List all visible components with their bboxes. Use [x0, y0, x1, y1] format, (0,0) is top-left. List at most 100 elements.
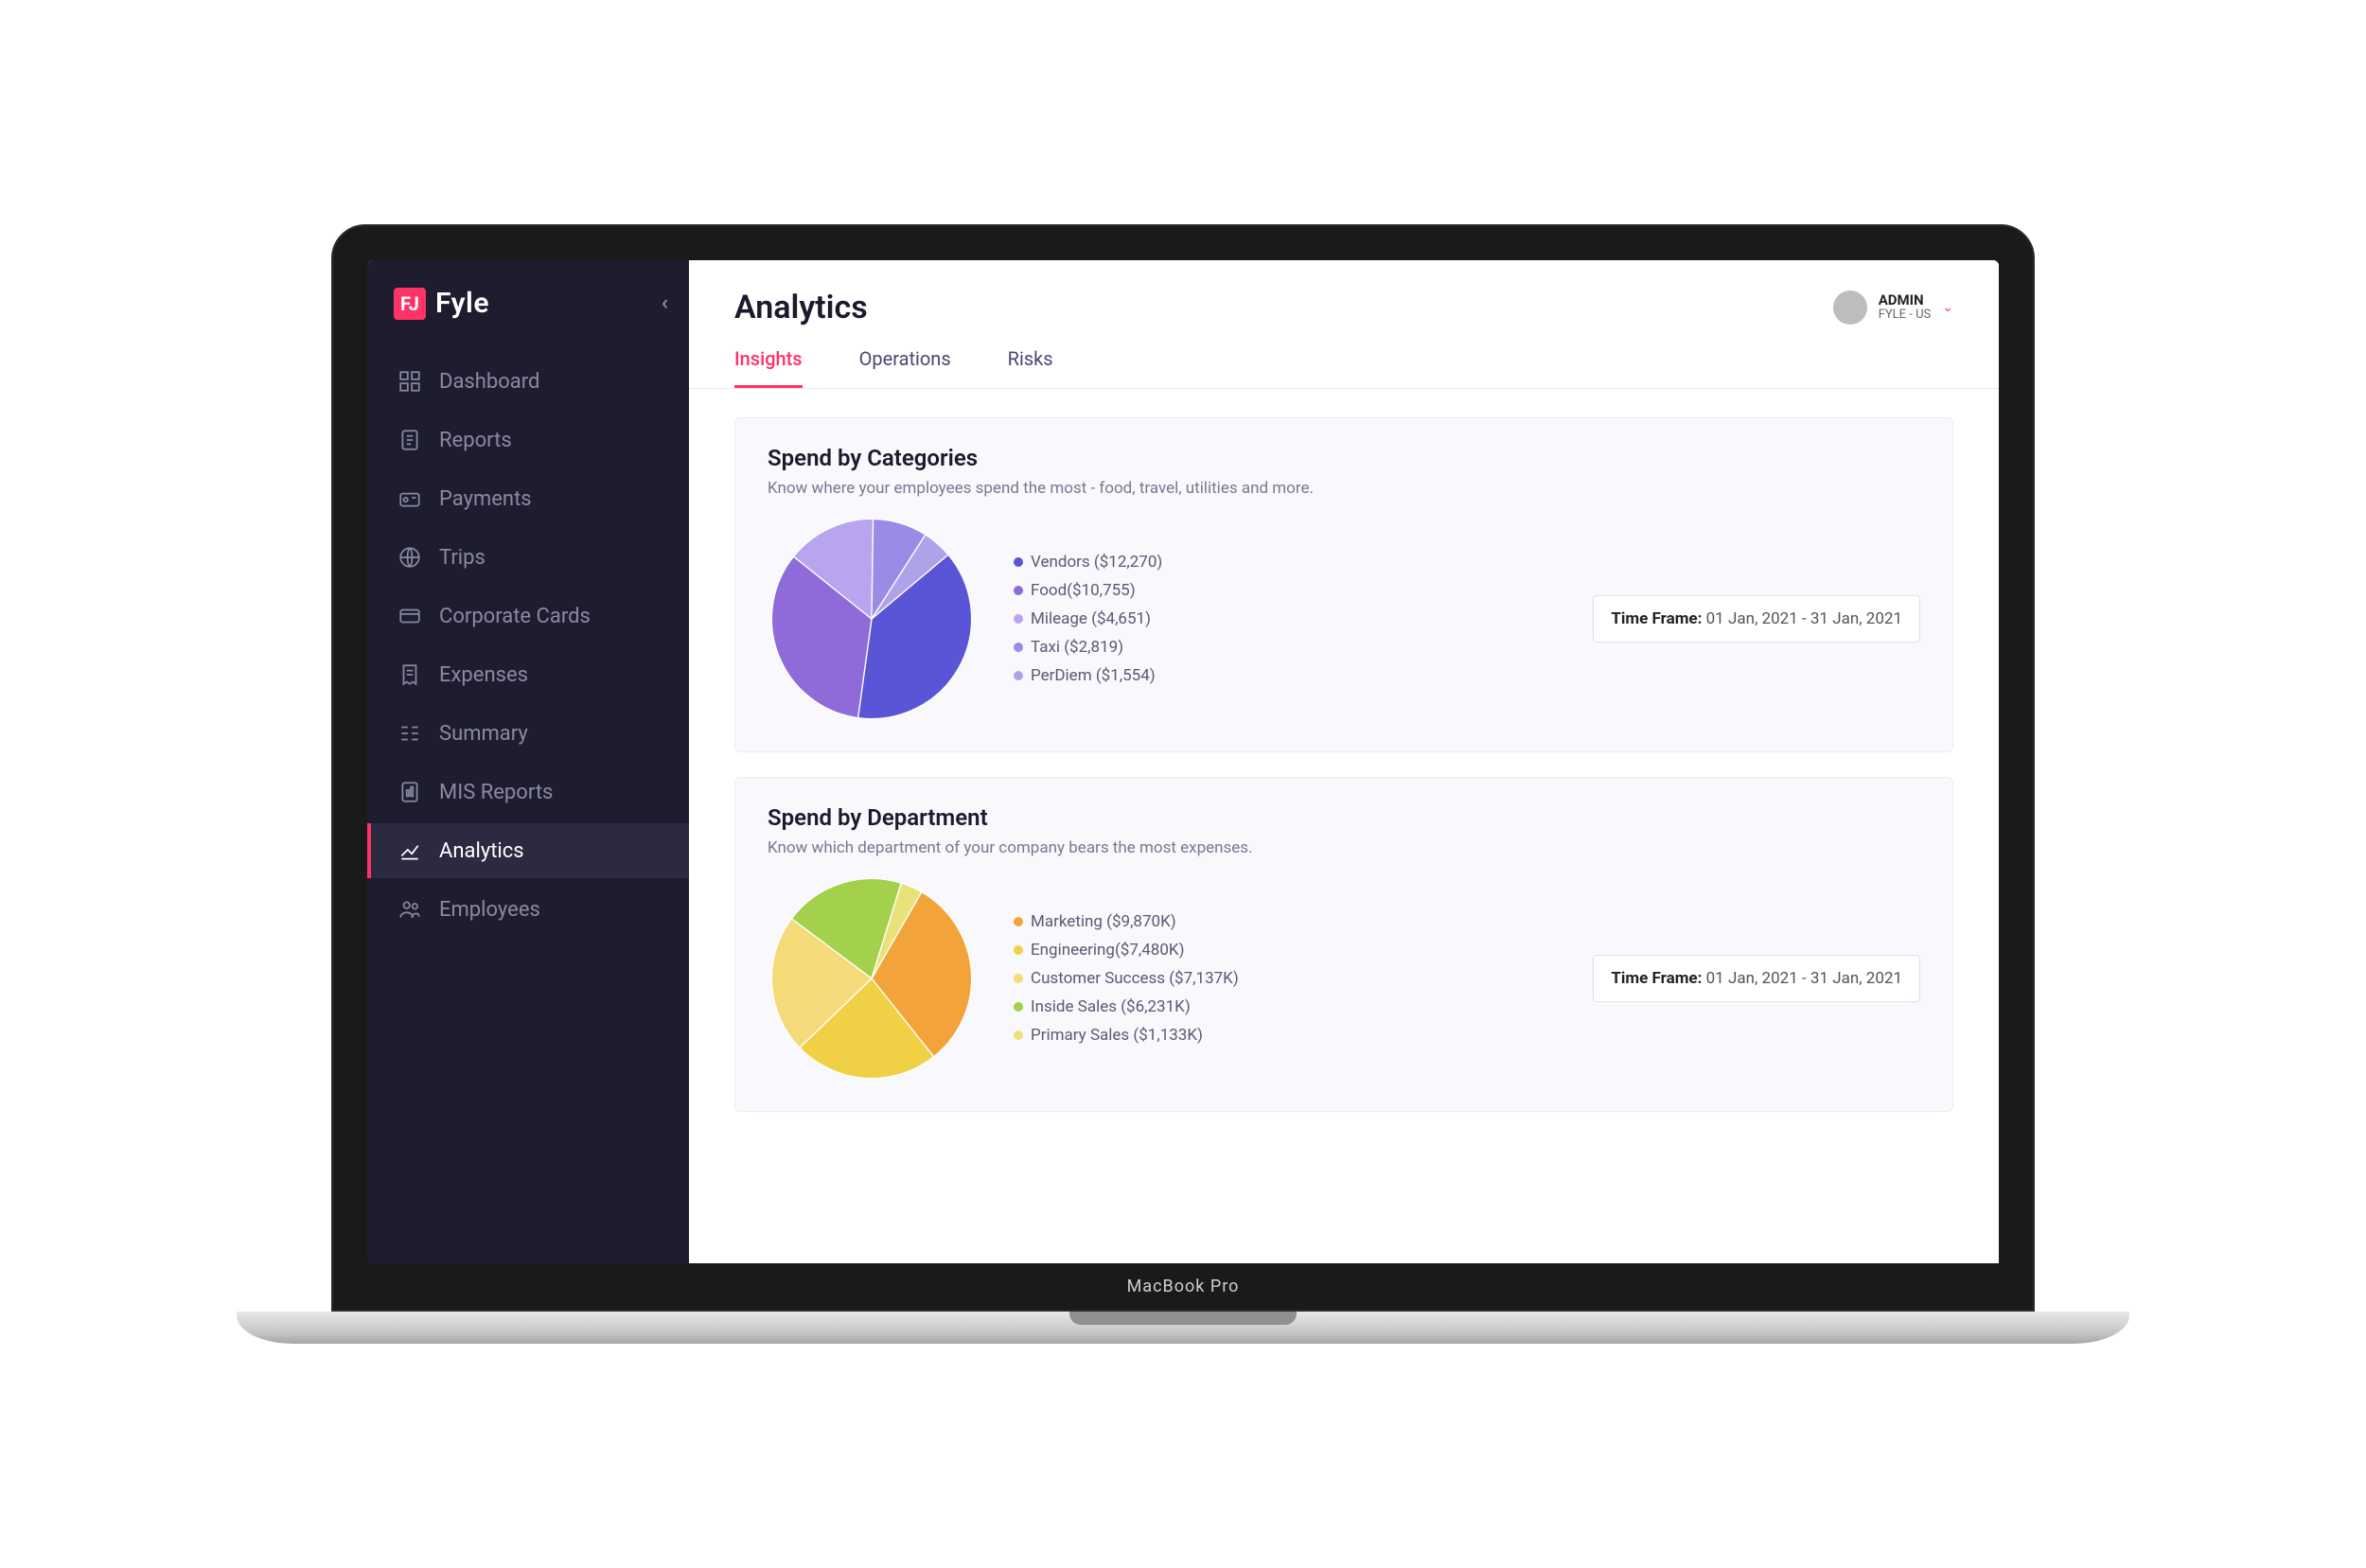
laptop-base — [237, 1312, 2129, 1344]
sidebar-item-label: MIS Reports — [439, 781, 553, 804]
pie-chart-categories — [768, 515, 976, 723]
laptop-notch — [1069, 1312, 1297, 1325]
timeframe-label: Time Frame: — [1611, 969, 1702, 988]
legend-item: Mileage ($4,651) — [1014, 609, 1555, 628]
main: Analytics ADMIN FYLE - US ⌄ Insights Oper… — [689, 260, 1999, 1263]
brand-name: Fyle — [435, 287, 489, 320]
analytics-icon — [397, 838, 422, 863]
chevron-down-icon: ⌄ — [1942, 300, 1953, 315]
topbar: Analytics ADMIN FYLE - US ⌄ — [689, 260, 1999, 326]
tabs: Insights Operations Risks — [689, 326, 1999, 389]
legend-swatch — [1014, 643, 1023, 652]
legend-department: Marketing ($9,870K) Engineering($7,480K) C… — [1014, 912, 1555, 1045]
laptop-frame: FJ Fyle ‹‹ DashboardReportsPaymentsTrips… — [331, 224, 2035, 1344]
card-title: Spend by Department — [768, 804, 1920, 831]
tab-operations[interactable]: Operations — [859, 347, 951, 388]
legend-label: Customer Success ($7,137K) — [1031, 969, 1239, 988]
tab-risks[interactable]: Risks — [1008, 347, 1053, 388]
brand-mark: FJ — [394, 288, 426, 320]
legend-item: Customer Success ($7,137K) — [1014, 969, 1555, 988]
card-title: Spend by Categories — [768, 445, 1920, 471]
legend-label: Primary Sales ($1,133K) — [1031, 1026, 1203, 1045]
sidebar-item-expenses[interactable]: Expenses — [367, 647, 689, 702]
legend-categories: Vendors ($12,270) Food($10,755) Mileage ($… — [1014, 553, 1555, 685]
legend-label: Taxi ($2,819) — [1031, 638, 1123, 657]
card-subtitle: Know which department of your company be… — [768, 838, 1920, 857]
avatar-icon — [1833, 291, 1867, 325]
trips-icon — [397, 545, 422, 570]
user-menu[interactable]: ADMIN FYLE - US ⌄ — [1833, 291, 1953, 325]
timeframe-label: Time Frame: — [1611, 609, 1702, 628]
page-title: Analytics — [734, 289, 868, 326]
user-org: FYLE - US — [1879, 308, 1932, 323]
sidebar-item-reports[interactable]: Reports — [367, 413, 689, 467]
legend-item: Marketing ($9,870K) — [1014, 912, 1555, 931]
sidebar-item-mis-reports[interactable]: MIS Reports — [367, 765, 689, 819]
legend-label: Inside Sales ($6,231K) — [1031, 997, 1191, 1016]
corporate-cards-icon — [397, 604, 422, 628]
legend-swatch — [1014, 1031, 1023, 1040]
legend-label: PerDiem ($1,554) — [1031, 666, 1156, 685]
reports-icon — [397, 428, 422, 452]
legend-item: Vendors ($12,270) — [1014, 553, 1555, 572]
legend-swatch — [1014, 974, 1023, 983]
summary-icon — [397, 721, 422, 746]
legend-swatch — [1014, 1002, 1023, 1012]
timeframe-selector[interactable]: Time Frame: 01 Jan, 2021 - 31 Jan, 2021 — [1593, 955, 1920, 1002]
legend-item: Primary Sales ($1,133K) — [1014, 1026, 1555, 1045]
sidebar-item-label: Analytics — [439, 839, 524, 863]
laptop-chin: MacBook Pro — [367, 1263, 1999, 1310]
legend-label: Marketing ($9,870K) — [1031, 912, 1176, 931]
timeframe-selector[interactable]: Time Frame: 01 Jan, 2021 - 31 Jan, 2021 — [1593, 595, 1920, 643]
pie-chart-department — [768, 874, 976, 1083]
legend-swatch — [1014, 671, 1023, 680]
laptop-label: MacBook Pro — [1127, 1277, 1240, 1296]
legend-label: Engineering($7,480K) — [1031, 941, 1185, 960]
sidebar: FJ Fyle ‹‹ DashboardReportsPaymentsTrips… — [367, 260, 689, 1263]
legend-item: Engineering($7,480K) — [1014, 941, 1555, 960]
legend-swatch — [1014, 614, 1023, 624]
sidebar-item-label: Reports — [439, 429, 512, 452]
sidebar-item-label: Summary — [439, 722, 528, 746]
user-role: ADMIN — [1879, 292, 1932, 308]
legend-swatch — [1014, 917, 1023, 926]
dashboard-icon — [397, 369, 422, 394]
legend-item: Taxi ($2,819) — [1014, 638, 1555, 657]
mis-reports-icon — [397, 780, 422, 804]
payments-icon — [397, 486, 422, 511]
legend-swatch — [1014, 945, 1023, 955]
card-spend-by-department: Spend by Department Know which departmen… — [734, 777, 1953, 1112]
sidebar-nav: Dashboard Reports Payments Trips Corporate C… — [367, 354, 689, 937]
content: Spend by Categories Know where your empl… — [689, 389, 1999, 1263]
timeframe-value: 01 Jan, 2021 - 31 Jan, 2021 — [1706, 609, 1902, 628]
tab-insights[interactable]: Insights — [734, 347, 803, 388]
timeframe-value: 01 Jan, 2021 - 31 Jan, 2021 — [1706, 969, 1902, 988]
app-screen: FJ Fyle ‹‹ DashboardReportsPaymentsTrips… — [367, 260, 1999, 1263]
sidebar-item-analytics[interactable]: Analytics — [367, 823, 689, 878]
legend-label: Food($10,755) — [1031, 581, 1136, 600]
legend-item: Inside Sales ($6,231K) — [1014, 997, 1555, 1016]
brand-logo[interactable]: FJ Fyle — [394, 287, 489, 320]
legend-swatch — [1014, 557, 1023, 567]
card-subtitle: Know where your employees spend the most… — [768, 479, 1920, 498]
sidebar-item-payments[interactable]: Payments — [367, 471, 689, 526]
card-spend-by-categories: Spend by Categories Know where your empl… — [734, 417, 1953, 752]
sidebar-item-employees[interactable]: Employees — [367, 882, 689, 937]
sidebar-item-label: Trips — [439, 546, 486, 570]
legend-label: Mileage ($4,651) — [1031, 609, 1151, 628]
legend-item: PerDiem ($1,554) — [1014, 666, 1555, 685]
legend-label: Vendors ($12,270) — [1031, 553, 1162, 572]
sidebar-item-label: Payments — [439, 487, 532, 511]
employees-icon — [397, 897, 422, 922]
legend-item: Food($10,755) — [1014, 581, 1555, 600]
sidebar-item-trips[interactable]: Trips — [367, 530, 689, 585]
sidebar-item-summary[interactable]: Summary — [367, 706, 689, 761]
sidebar-item-label: Expenses — [439, 663, 528, 687]
sidebar-item-dashboard[interactable]: Dashboard — [367, 354, 689, 409]
sidebar-item-label: Dashboard — [439, 370, 539, 394]
sidebar-item-label: Corporate Cards — [439, 605, 591, 628]
sidebar-item-label: Employees — [439, 898, 540, 922]
legend-swatch — [1014, 586, 1023, 595]
sidebar-item-corporate-cards[interactable]: Corporate Cards — [367, 589, 689, 643]
expenses-icon — [397, 662, 422, 687]
